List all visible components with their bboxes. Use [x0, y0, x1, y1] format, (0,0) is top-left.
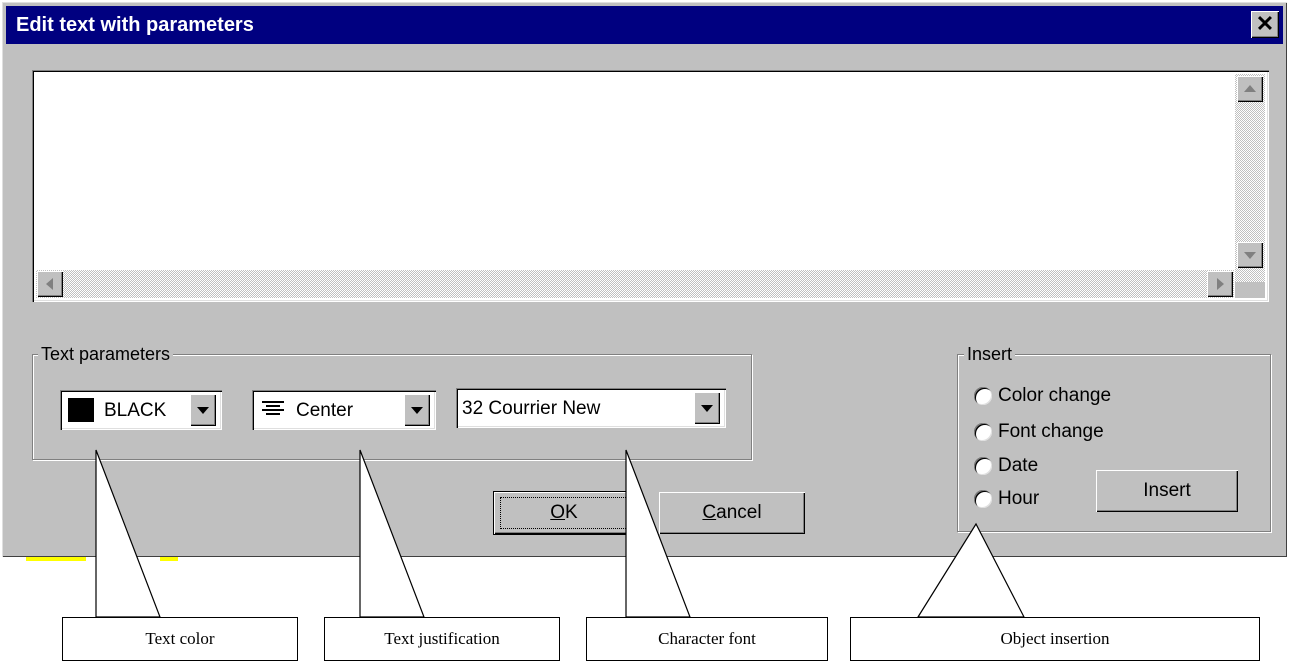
callout-text-justification: Text justification [324, 617, 560, 661]
callout-text-color: Text color [62, 617, 298, 661]
callout-object-insertion: Object insertion [850, 617, 1260, 661]
callout-character-font: Character font [586, 617, 828, 661]
callout-pointers [95, 449, 1025, 618]
